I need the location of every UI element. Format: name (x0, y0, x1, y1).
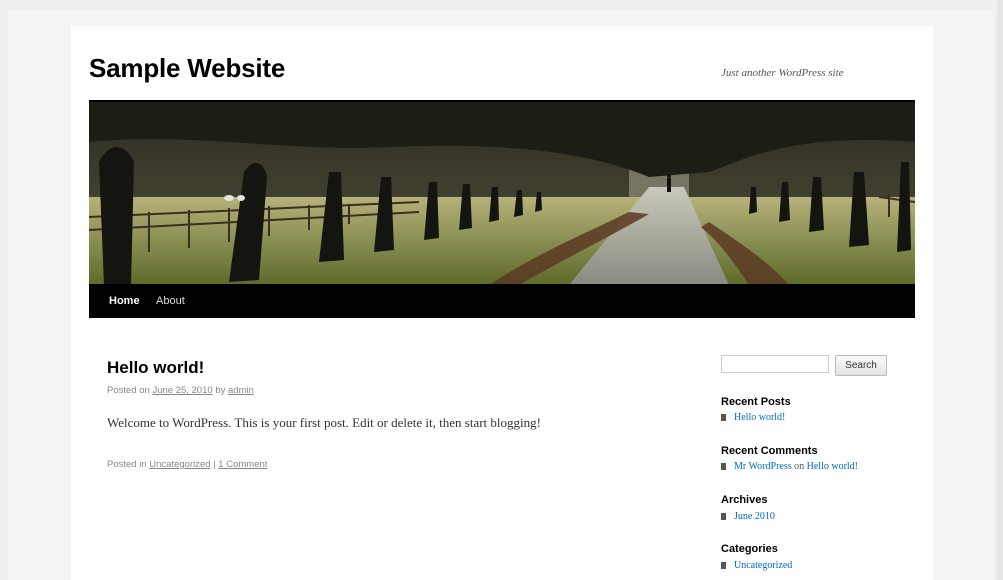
archives-item: June 2010 (721, 511, 775, 522)
archive-link[interactable]: June 2010 (734, 511, 775, 522)
main-nav: Home About (89, 284, 915, 318)
post-footer-separator: | (213, 459, 216, 470)
recent-comments-item: Mr WordPress on Hello world! (721, 461, 858, 472)
widget-title-categories: Categories (721, 543, 778, 555)
search-button[interactable]: Search (835, 355, 887, 376)
post-author-link[interactable]: admin (228, 385, 254, 396)
bullet-icon (721, 414, 726, 421)
post-footer: Posted in Uncategorized | 1 Comment (107, 459, 267, 470)
recent-posts-item: Hello world! (721, 412, 785, 423)
header-image-tree-avenue (89, 102, 915, 285)
widget-title-recent-posts: Recent Posts (721, 396, 791, 408)
widget-title-recent-comments: Recent Comments (721, 445, 818, 457)
post-footer-prefix: Posted in (107, 459, 147, 470)
widget-title-archives: Archives (721, 494, 768, 506)
post-meta-by: by (215, 385, 226, 396)
comment-author-link[interactable]: Mr WordPress (734, 461, 792, 472)
category-link[interactable]: Uncategorized (734, 560, 792, 571)
post-meta-prefix: Posted on (107, 385, 150, 396)
nav-item-about[interactable]: About (156, 295, 185, 307)
post-category-link[interactable]: Uncategorized (149, 459, 210, 470)
post-meta: Posted on June 25, 2010 by admin (107, 385, 254, 396)
site-description: Just another WordPress site (721, 67, 844, 79)
categories-item: Uncategorized (721, 560, 792, 571)
comment-post-link[interactable]: Hello world! (807, 461, 858, 472)
site-title[interactable]: Sample Website (89, 53, 285, 84)
comment-on-text: on (794, 461, 805, 472)
bullet-icon (721, 463, 726, 470)
bullet-icon (721, 513, 726, 520)
post-date-link[interactable]: June 25, 2010 (152, 385, 212, 396)
post-comments-link[interactable]: 1 Comment (218, 459, 267, 470)
post-content: Welcome to WordPress. This is your first… (107, 415, 541, 430)
nav-item-home[interactable]: Home (109, 295, 140, 307)
search-input[interactable] (721, 355, 829, 373)
header-image (89, 100, 915, 285)
recent-post-link[interactable]: Hello world! (734, 412, 785, 423)
scrollbar-edge (997, 0, 1003, 580)
page-container: Sample Website Just another WordPress si… (71, 26, 933, 580)
post-title[interactable]: Hello world! (107, 358, 204, 378)
bullet-icon (721, 562, 726, 569)
